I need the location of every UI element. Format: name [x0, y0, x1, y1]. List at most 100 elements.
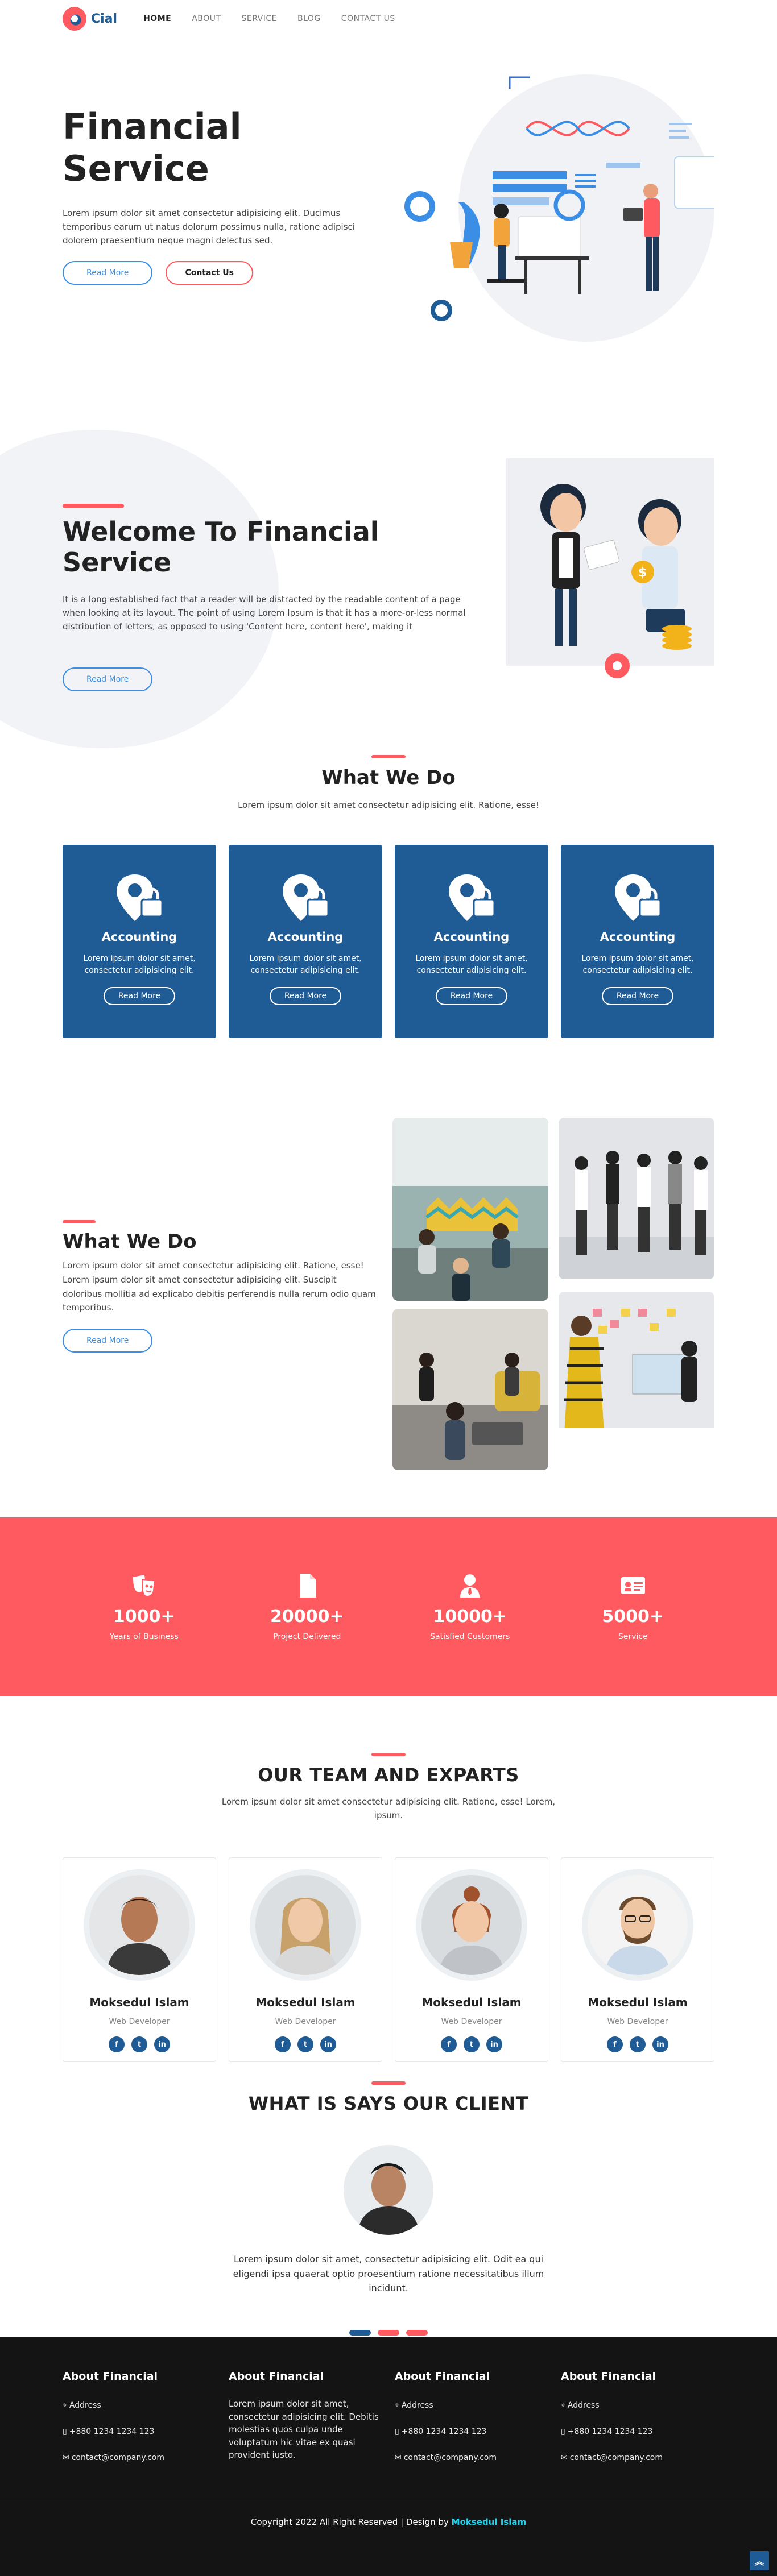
linkedin-icon[interactable]: in — [320, 2036, 336, 2052]
location-icon: ⌖ — [561, 2401, 565, 2410]
hero-read-more-button[interactable]: Read More — [63, 260, 153, 285]
copyright-text: Copyright 2022 All Right Reserved | Desi… — [250, 2517, 449, 2527]
stat-label: Satisfied Customers — [430, 1632, 510, 1641]
service-card: Accounting Lorem ipsum dolor sit amet, c… — [63, 845, 216, 1038]
logo-icon — [63, 7, 86, 31]
team-cards: Moksedul Islam Web Developer f t in Moks… — [63, 1857, 714, 2062]
gallery-read-more-button[interactable]: Read More — [63, 1329, 153, 1353]
team-heading: OUR TEAM AND EXPARTS Lorem ipsum dolor s… — [63, 1753, 714, 1822]
avatar — [582, 1869, 693, 1981]
mail-icon: ✉ — [63, 2453, 69, 2462]
footer-address: ⌖ Address — [395, 2401, 548, 2410]
service-card-button[interactable]: Read More — [269, 987, 342, 1005]
linkedin-icon[interactable]: in — [652, 2036, 668, 2052]
location-lock-icon — [117, 874, 163, 921]
social-links: f t in — [395, 2036, 548, 2052]
office-meeting-photo — [392, 1118, 548, 1301]
linkedin-icon[interactable]: in — [486, 2036, 502, 2052]
accent-bar — [63, 1220, 96, 1223]
nav-home[interactable]: HOME — [143, 14, 171, 23]
team-title: OUR TEAM AND EXPARTS — [258, 1764, 519, 1786]
email-text: contact@company.com — [71, 2453, 165, 2462]
testimonial-section: WHAT IS SAYS OUR CLIENT Lorem ipsum dolo… — [0, 2064, 777, 2337]
footer-column: About Financial Lorem ipsum dolor sit am… — [229, 2370, 382, 2479]
location-lock-icon — [283, 874, 329, 921]
site-footer: About Financial ⌖ Address ▯ +880 1234 1234… — [0, 2337, 777, 2498]
footer-email[interactable]: ✉ contact@company.com — [395, 2453, 548, 2462]
facebook-icon[interactable]: f — [275, 2036, 291, 2052]
nav-blog[interactable]: BLOG — [297, 14, 321, 23]
testimonial-quote: Lorem ipsum dolor sit amet, consectetur … — [233, 2254, 544, 2294]
footer-phone[interactable]: ▯ +880 1234 1234 123 — [395, 2427, 548, 2436]
member-name: Moksedul Islam — [588, 1996, 688, 2009]
logo[interactable]: Cial — [63, 7, 117, 31]
accent-bar — [371, 755, 406, 758]
twitter-icon[interactable]: t — [464, 2036, 480, 2052]
welcome-title: Welcome To Financial Service — [63, 516, 379, 578]
footer-phone[interactable]: ▯ +880 1234 1234 123 — [63, 2427, 216, 2436]
service-card: Accounting Lorem ipsum dolor sit amet, c… — [395, 845, 548, 1038]
team-section: OUR TEAM AND EXPARTS Lorem ipsum dolor s… — [0, 1696, 777, 2064]
facebook-icon[interactable]: f — [607, 2036, 623, 2052]
svg-text:$: $ — [638, 566, 647, 580]
facebook-icon[interactable]: f — [441, 2036, 457, 2052]
twitter-icon[interactable]: t — [630, 2036, 646, 2052]
stat-label: Years of Business — [109, 1632, 179, 1641]
welcome-read-more-button[interactable]: Read More — [63, 667, 153, 691]
stat-item: 20000+ Project Delivered — [226, 1573, 389, 1641]
footer-column-title: About Financial — [395, 2370, 490, 2383]
welcome-illustration: $ — [506, 458, 714, 678]
footer-email[interactable]: ✉ contact@company.com — [63, 2453, 216, 2462]
carousel-dot[interactable] — [406, 2329, 428, 2336]
service-cards: Accounting Lorem ipsum dolor sit amet, c… — [63, 845, 714, 1038]
carousel-dot[interactable] — [378, 2329, 399, 2336]
hero-contact-button[interactable]: Contact Us — [166, 260, 254, 285]
accent-bar — [371, 1753, 406, 1756]
social-links: f t in — [63, 2036, 216, 2052]
service-card-button[interactable]: Read More — [601, 987, 674, 1005]
double-chevron-up-icon: ︽ — [754, 2556, 764, 2567]
nav-contact[interactable]: CONTACT US — [341, 14, 395, 23]
nav-service[interactable]: SERVICE — [241, 14, 277, 23]
gallery-title: What We Do — [63, 1230, 197, 1253]
welcome-description: It is a long established fact that a rea… — [63, 594, 466, 632]
back-to-top-button[interactable]: ︽ — [750, 2551, 769, 2570]
avatar — [416, 1869, 527, 1981]
member-name: Moksedul Islam — [255, 1996, 356, 2009]
footer-address: ⌖ Address — [561, 2401, 714, 2410]
carousel-dot[interactable] — [349, 2329, 371, 2336]
footer-column: About Financial ⌖ Address ▯ +880 1234 1234… — [63, 2370, 216, 2479]
linkedin-icon[interactable]: in — [154, 2036, 170, 2052]
stat-number: 1000+ — [113, 1606, 175, 1627]
phone-text: +880 1234 1234 123 — [567, 2427, 653, 2436]
hero-title: Financial Service — [63, 106, 242, 190]
service-card-button[interactable]: Read More — [435, 987, 508, 1005]
testimonial-title: WHAT IS SAYS OUR CLIENT — [248, 2093, 529, 2114]
footer-phone[interactable]: ▯ +880 1234 1234 123 — [561, 2427, 714, 2436]
user-tie-icon — [460, 1574, 480, 1598]
services-heading: What We Do Lorem ipsum dolor sit amet co… — [63, 755, 714, 812]
stat-item: 10000+ Satisfied Customers — [388, 1573, 552, 1641]
testimonial-heading: WHAT IS SAYS OUR CLIENT — [63, 2081, 714, 2114]
stat-number: 20000+ — [270, 1606, 344, 1627]
service-card-button[interactable]: Read More — [103, 987, 176, 1005]
sticky-notes-photo — [559, 1292, 714, 1470]
designer-link[interactable]: Moksedul Islam — [452, 2517, 527, 2527]
social-links: f t in — [561, 2036, 714, 2052]
facebook-icon[interactable]: f — [109, 2036, 125, 2052]
phone-icon: ▯ — [63, 2427, 67, 2436]
twitter-icon[interactable]: t — [297, 2036, 313, 2052]
footer-address: ⌖ Address — [63, 2401, 216, 2410]
stat-number: 5000+ — [602, 1606, 664, 1627]
nav-about[interactable]: ABOUT — [192, 14, 221, 23]
twitter-icon[interactable]: t — [131, 2036, 147, 2052]
hero-illustration — [404, 74, 714, 342]
gallery-section: What We Do Lorem ipsum dolor sit amet co… — [0, 1118, 777, 1517]
mail-icon: ✉ — [395, 2453, 402, 2462]
service-card-text: Lorem ipsum dolor sit amet, consectetur … — [249, 954, 362, 975]
member-role: Web Developer — [607, 2017, 668, 2026]
footer-email[interactable]: ✉ contact@company.com — [561, 2453, 714, 2462]
copyright-bar: Copyright 2022 All Right Reserved | Desi… — [0, 2498, 777, 2576]
member-name: Moksedul Islam — [421, 1996, 522, 2009]
accent-bar — [63, 504, 124, 508]
